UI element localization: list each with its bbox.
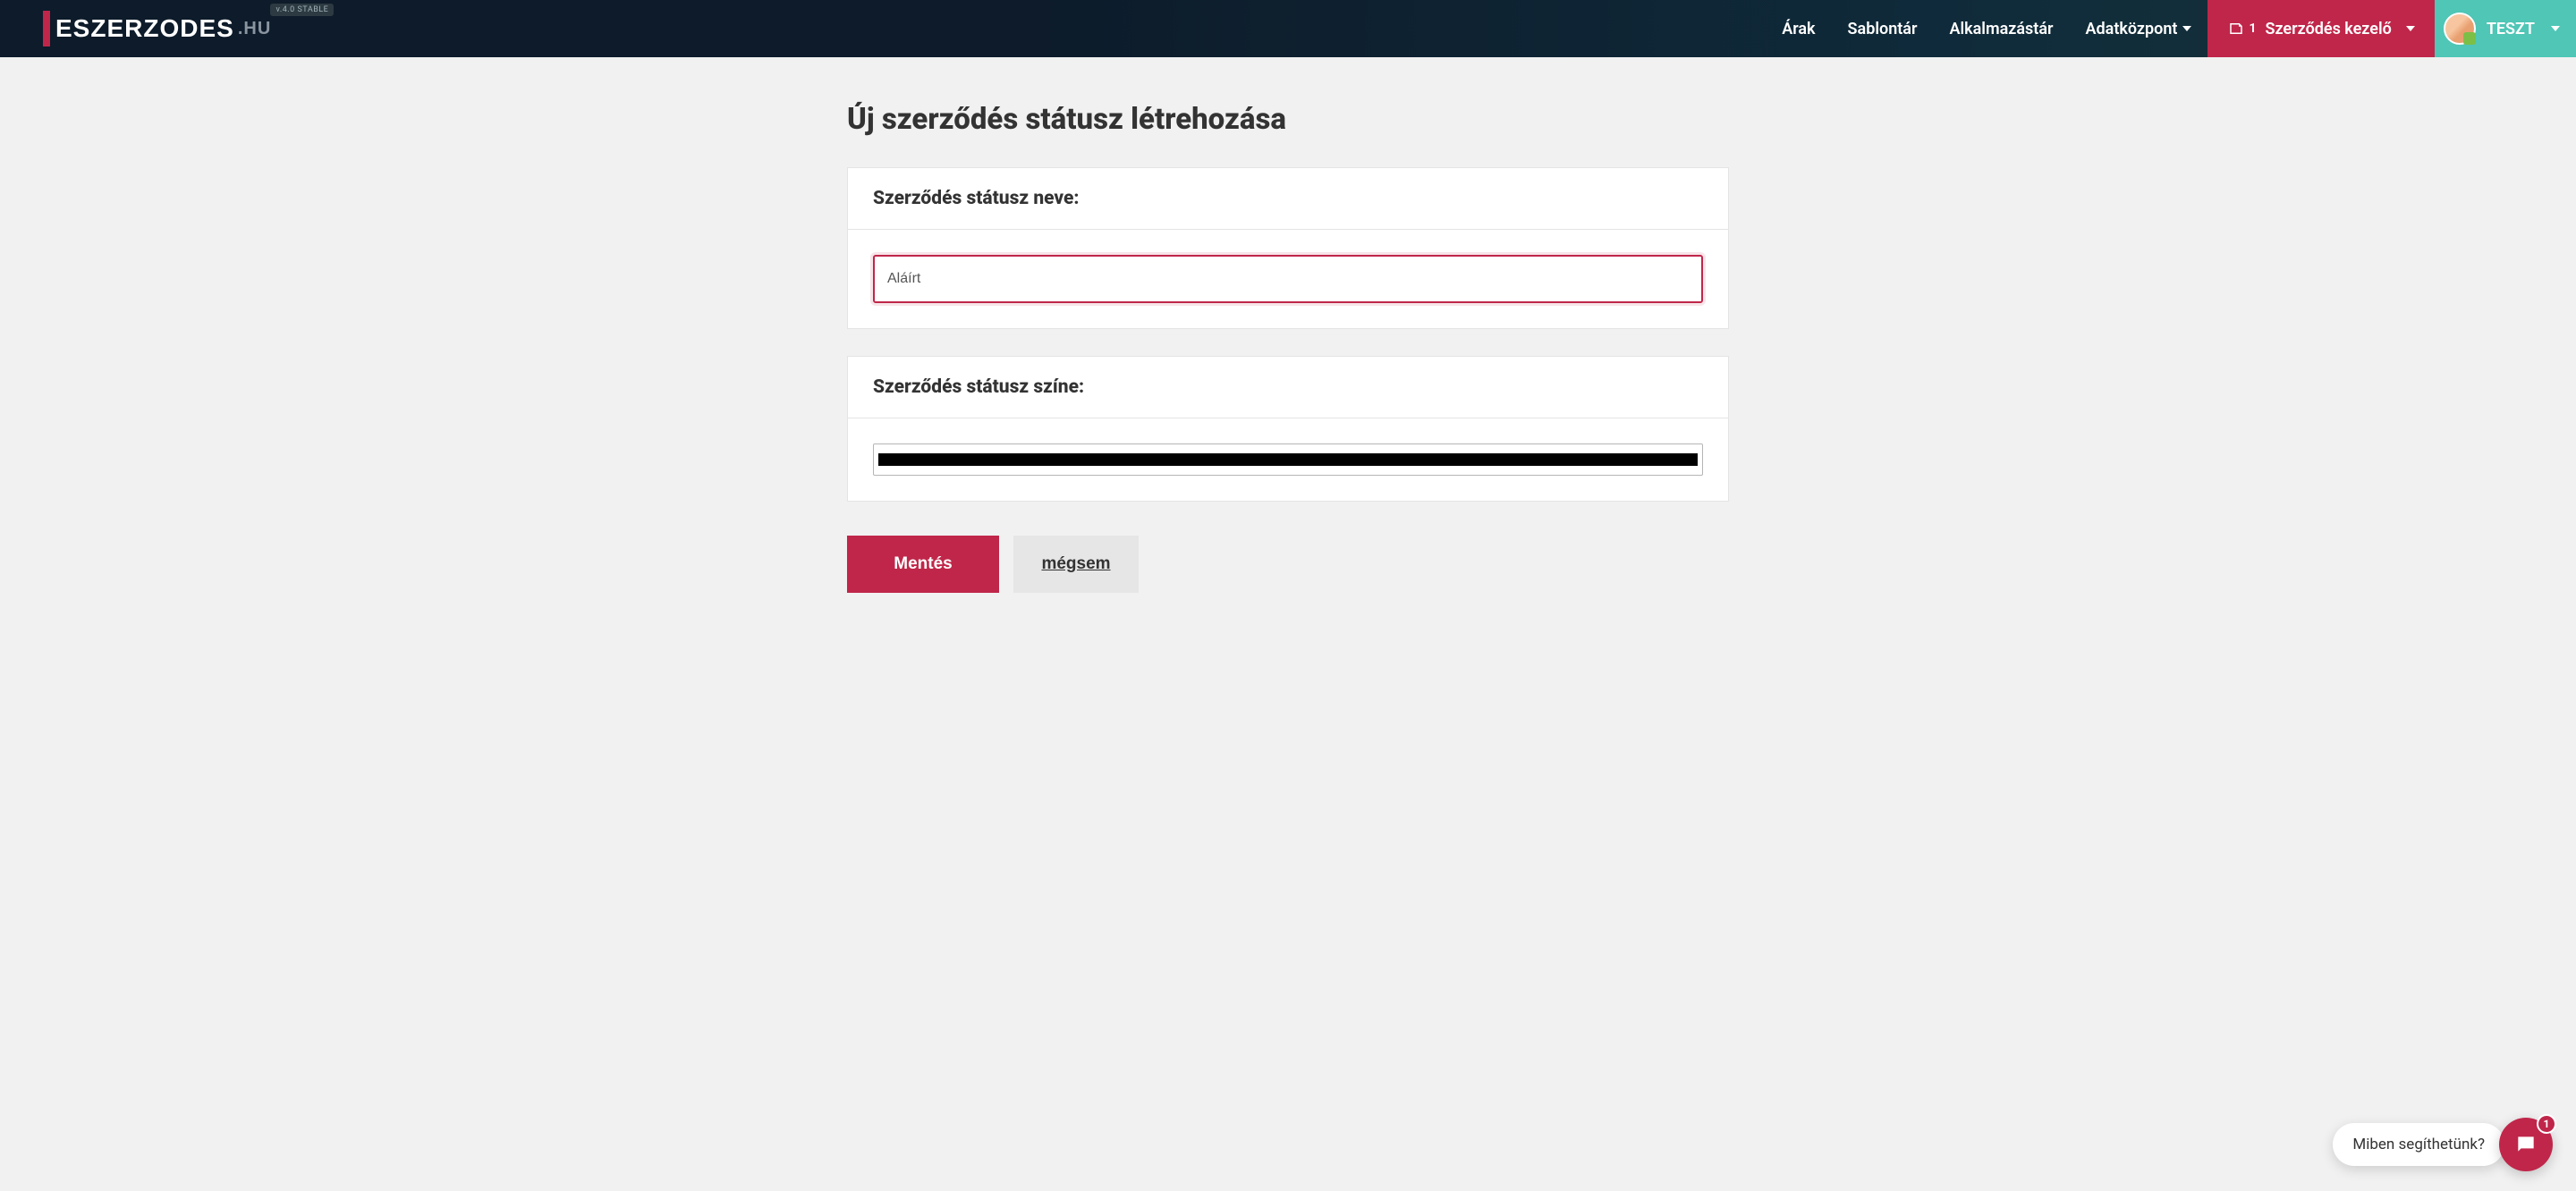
panel-status-name-body [848,230,1728,328]
status-name-input[interactable] [873,255,1703,303]
nav-templates[interactable]: Sablontár [1832,0,1934,57]
nav-templates-label: Sablontár [1848,20,1918,38]
chat-fab-button[interactable]: 1 [2499,1118,2553,1171]
color-swatch [878,453,1698,466]
chat-icon [2514,1133,2538,1156]
nav-user[interactable]: TESZT [2435,0,2576,57]
main-nav: Árak Sablontár Alkalmazástár Adatközpont… [1766,0,2576,57]
nav-contract-manager[interactable]: 1 Szerződés kezelő [2207,0,2434,57]
chat-widget: Miben segíthetünk? 1 [2333,1118,2553,1171]
panel-status-color-body [848,418,1728,501]
main-content: Új szerződés státusz létrehozása Szerződ… [847,57,1729,620]
cancel-button[interactable]: mégsem [1013,536,1139,593]
document-icon [2227,21,2245,37]
avatar [2444,13,2476,45]
nav-apps[interactable]: Alkalmazástár [1933,0,2069,57]
save-button[interactable]: Mentés [847,536,999,593]
status-color-input[interactable] [873,443,1703,476]
nav-contract-manager-label: Szerződés kezelő [2265,20,2391,38]
nav-datacenter[interactable]: Adatközpont [2070,0,2208,57]
panel-status-color-header: Szerződés státusz színe: [848,357,1728,418]
logo-accent-bar [43,11,50,46]
chevron-down-icon [2406,26,2415,31]
nav-prices-label: Árak [1782,20,1815,38]
panel-status-name-header: Szerződés státusz neve: [848,168,1728,230]
logo-suffix: .HU [238,20,271,38]
form-actions: Mentés mégsem [847,536,1729,593]
panel-status-color: Szerződés státusz színe: [847,356,1729,502]
version-badge: v.4.0 STABLE [270,4,334,16]
nav-apps-label: Alkalmazástár [1949,20,2053,38]
logo[interactable]: ESZERZODES .HU v.4.0 STABLE [43,11,271,46]
panel-status-name: Szerződés státusz neve: [847,167,1729,329]
page-title: Új szerződés státusz létrehozása [847,102,1729,137]
nav-prices[interactable]: Árak [1766,0,1831,57]
nav-user-label: TESZT [2487,20,2535,38]
app-header: ESZERZODES .HU v.4.0 STABLE Árak Sablont… [0,0,2576,57]
nav-datacenter-label: Adatközpont [2086,20,2178,38]
contract-manager-badge: 1 [2249,21,2256,36]
chat-prompt[interactable]: Miben segíthetünk? [2333,1123,2504,1166]
chat-badge: 1 [2537,1114,2556,1134]
logo-text: ESZERZODES [55,16,234,41]
chevron-down-icon [2182,26,2191,31]
contract-manager-icon-group: 1 [2227,21,2256,37]
chevron-down-icon [2551,26,2560,31]
